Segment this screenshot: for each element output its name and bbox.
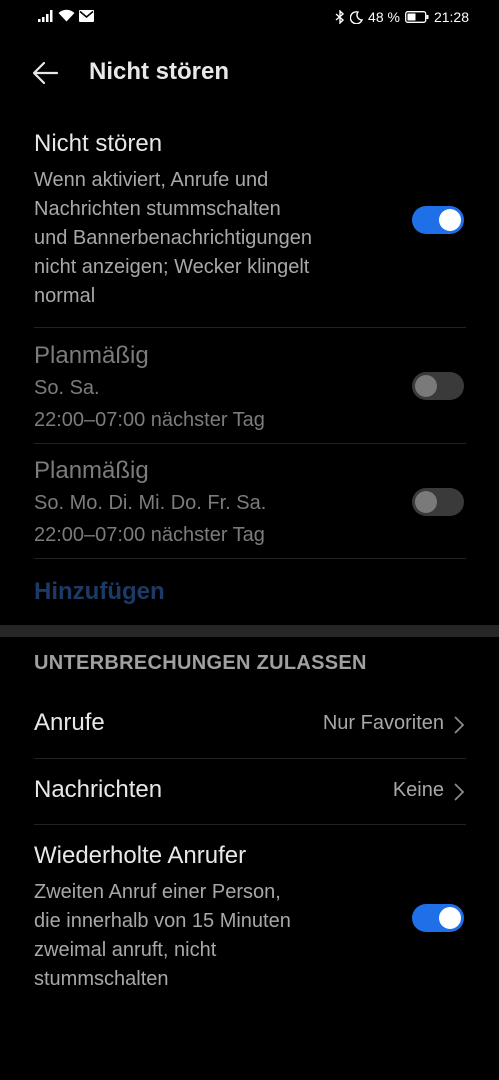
calls-title: Anrufe — [34, 709, 105, 736]
add-schedule-button[interactable]: Hinzufügen — [34, 578, 165, 606]
dnd-description-line: Wenn aktiviert, Anrufe und — [34, 169, 269, 191]
page-title: Nicht stören — [89, 58, 230, 85]
dnd-description-line: Nachrichten stummschalten — [34, 198, 281, 220]
repeat-description-line: zweimal anruft, nicht — [34, 939, 217, 961]
repeat-description-line: die innerhalb von 15 Minuten — [34, 910, 291, 932]
app-bar: Nicht stören — [0, 52, 499, 96]
repeat-callers-toggle[interactable] — [412, 904, 464, 932]
divider — [34, 327, 466, 328]
signal-icon — [38, 9, 53, 22]
arrow-left-icon — [32, 61, 59, 85]
chevron-right-icon — [454, 716, 465, 734]
mail-icon — [79, 9, 94, 22]
bluetooth-icon — [335, 10, 345, 24]
schedule-days: So. Sa. — [34, 377, 100, 399]
dnd-row[interactable]: Nicht stören Wenn aktiviert, Anrufe und … — [34, 128, 466, 311]
schedule-row[interactable]: Planmäßig So. Mo. Di. Mi. Do. Fr. Sa. 22… — [34, 455, 466, 550]
repeat-callers-row[interactable]: Wiederholte Anrufer Zweiten Anruf einer … — [34, 840, 466, 994]
status-bar: 48 % 21:28 — [0, 0, 499, 36]
schedule-time: 22:00–07:00 nächster Tag — [34, 524, 265, 546]
schedule-title: Planmäßig — [34, 342, 149, 369]
toggle-knob — [439, 907, 461, 929]
dnd-description: Wenn aktiviert, Anrufe und Nachrichten s… — [34, 166, 394, 311]
dnd-description-line: normal — [34, 285, 96, 307]
back-button[interactable] — [30, 58, 66, 90]
schedule-toggle[interactable] — [412, 488, 464, 516]
schedule-time: 22:00–07:00 nächster Tag — [34, 409, 265, 431]
repeat-callers-description: Zweiten Anruf einer Person, die innerhal… — [34, 878, 394, 994]
status-right: 48 % 21:28 — [335, 9, 469, 25]
repeat-callers-title: Wiederholte Anrufer — [34, 842, 247, 869]
repeat-description-line: stummschalten — [34, 968, 169, 990]
section-separator — [0, 625, 499, 637]
schedule-title: Planmäßig — [34, 457, 149, 484]
wifi-icon — [58, 9, 75, 22]
messages-value: Keine — [392, 779, 444, 801]
messages-row[interactable]: Nachrichten Keine — [34, 759, 466, 825]
schedule-toggle[interactable] — [412, 372, 464, 400]
dnd-description-line: und Bannerbenachrichtigungen — [34, 227, 312, 249]
clock: 21:28 — [433, 9, 469, 25]
toggle-knob — [415, 375, 437, 397]
divider — [34, 558, 466, 559]
section-header: UNTERBRECHUNGEN ZULASSEN — [34, 652, 367, 674]
battery-percent: 48 % — [368, 9, 400, 25]
schedule-days: So. Mo. Di. Mi. Do. Fr. Sa. — [34, 492, 267, 514]
divider — [34, 824, 466, 825]
chevron-right-icon — [454, 783, 465, 801]
dnd-description-line: nicht anzeigen; Wecker klingelt — [34, 256, 310, 278]
divider — [34, 443, 466, 444]
messages-title: Nachrichten — [34, 776, 163, 803]
repeat-description-line: Zweiten Anruf einer Person, — [34, 881, 281, 903]
calls-row[interactable]: Anrufe Nur Favoriten — [34, 692, 466, 758]
calls-value: Nur Favoriten — [322, 712, 444, 734]
dnd-toggle[interactable] — [412, 206, 464, 234]
toggle-knob — [439, 209, 461, 231]
battery-icon — [405, 11, 429, 23]
moon-icon — [350, 10, 364, 24]
dnd-title: Nicht stören — [34, 130, 163, 157]
status-left — [38, 9, 94, 22]
schedule-row[interactable]: Planmäßig So. Sa. 22:00–07:00 nächster T… — [34, 340, 466, 435]
toggle-knob — [415, 491, 437, 513]
